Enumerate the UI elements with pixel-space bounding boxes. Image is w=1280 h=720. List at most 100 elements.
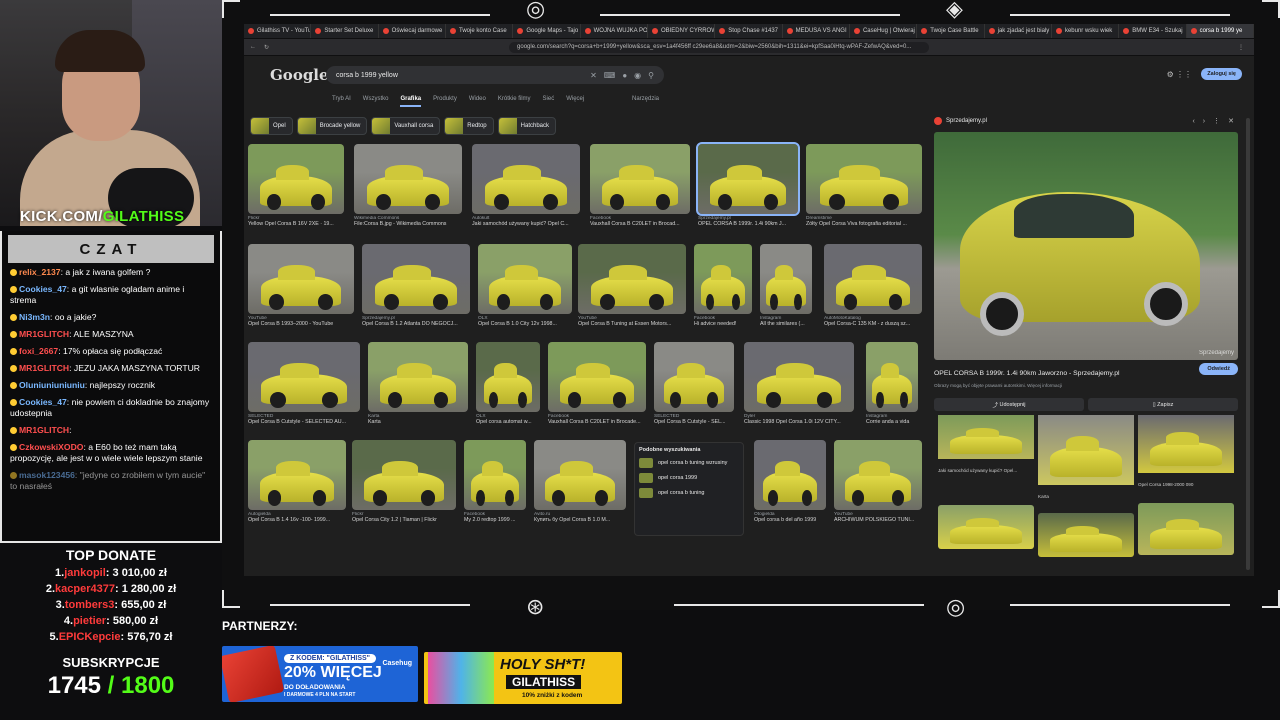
- reload-icon[interactable]: ↻: [264, 44, 269, 51]
- holy-banner[interactable]: HOLY SH*T! GILATHISS 10% zniżki z kodem: [424, 652, 622, 704]
- related-image[interactable]: [1138, 503, 1234, 555]
- back-icon[interactable]: ←: [250, 44, 256, 50]
- image-result[interactable]: YouTube Opel Corsa B Tuning at Essen Moto…: [578, 244, 686, 336]
- similar-item[interactable]: opel corsa b tuning wzrusiny: [639, 458, 739, 468]
- url-field[interactable]: google.com/search?q=corsa+b+1999+yellow&…: [509, 41, 930, 53]
- image-result[interactable]: Instagram All the similares (...: [760, 244, 812, 336]
- image-result[interactable]: Autokult Jaki samochód używany kupić? Ope…: [472, 144, 580, 236]
- preview-image[interactable]: Sprzedajemy: [934, 132, 1238, 360]
- browser-tab[interactable]: BMW E34 - Szukaj: [1119, 24, 1187, 38]
- result-thumbnail[interactable]: [534, 440, 626, 510]
- image-result[interactable]: Facebook My 2.0 redtop 1999 ...: [464, 440, 526, 532]
- lens-icon[interactable]: ◉: [634, 71, 641, 80]
- search-tab[interactable]: Tryb AI: [332, 96, 351, 107]
- image-result[interactable]: OLX Opel Corsa B 1.0 City 12v 1998...: [478, 244, 572, 336]
- image-result[interactable]: Sprzedajemy.pl Opel Corsa B 1.2 Atlanta D…: [362, 244, 470, 336]
- result-thumbnail[interactable]: [248, 144, 344, 214]
- image-result[interactable]: Sprzedajemy.pl OPEL CORSA B 1999r. 1.4i 9…: [696, 142, 800, 236]
- similar-item[interactable]: opel corsa b tuning: [639, 488, 739, 498]
- result-thumbnail[interactable]: [744, 342, 854, 412]
- result-thumbnail[interactable]: [834, 440, 922, 510]
- image-result[interactable]: Facebook Vauxhall Corsa B C20LET in Broca…: [548, 342, 646, 434]
- image-result[interactable]: Autogielda Opel Corsa B 1.4 16v -100- 199…: [248, 440, 346, 532]
- scrollbar[interactable]: [1246, 118, 1250, 570]
- image-result[interactable]: YouTube ARCHIWUM POLSKIEGO TUNI...: [834, 440, 922, 532]
- search-tab[interactable]: Wszystko: [363, 96, 389, 107]
- browser-tab[interactable]: WOJNA WUJKA PO: [581, 24, 648, 38]
- result-thumbnail[interactable]: [806, 144, 922, 214]
- related-image[interactable]: Karta: [1038, 415, 1134, 499]
- filter-chip[interactable]: Redtop: [444, 117, 494, 135]
- search-tab[interactable]: Sieć: [543, 96, 555, 107]
- browser-tab[interactable]: CaseHug | Otwieraj: [850, 24, 918, 38]
- image-result[interactable]: Flickr Opel Corsa City 1.2 | Tiaman | Fli…: [352, 440, 456, 532]
- browser-tab[interactable]: corsa b 1999 ye: [1186, 24, 1254, 38]
- search-tab[interactable]: Więcej: [566, 96, 584, 107]
- browser-tab[interactable]: Starter Set Deluxe: [311, 24, 379, 38]
- result-thumbnail[interactable]: [248, 342, 360, 412]
- image-result[interactable]: SELECTED Opel Corsa B Cutstyle - SEL...: [654, 342, 734, 434]
- image-result[interactable]: Avito.ru Купить бу Opel Corsa B 1.0 M...: [534, 440, 626, 532]
- result-thumbnail[interactable]: [368, 342, 468, 412]
- image-result[interactable]: Karta Karta: [368, 342, 468, 434]
- settings-icon[interactable]: ⚙: [1167, 70, 1174, 79]
- browser-tab[interactable]: Google Maps - Tajo: [513, 24, 581, 38]
- browser-tab[interactable]: Oświecaj darmowe: [379, 24, 446, 38]
- browser-tab[interactable]: kebunr wsku wiek: [1052, 24, 1120, 38]
- clear-icon[interactable]: ✕: [590, 71, 597, 80]
- image-result[interactable]: Dreamstime Żółty Opel Corsa Viva fotograf…: [806, 144, 922, 236]
- search-tab[interactable]: Produkty: [433, 96, 457, 107]
- similar-item[interactable]: opel corsa 1999: [639, 473, 739, 483]
- image-result[interactable]: Dyler Classic 1998 Opel Corsa 1.0i 12V CI…: [744, 342, 854, 434]
- filter-chip[interactable]: Brocade yellow: [296, 117, 368, 135]
- filter-chip[interactable]: Hatchback: [497, 117, 557, 135]
- filter-chip[interactable]: Opel: [250, 117, 293, 135]
- filter-chip[interactable]: Vauxhall corsa: [371, 117, 441, 135]
- result-thumbnail[interactable]: [472, 144, 580, 214]
- result-thumbnail[interactable]: [654, 342, 734, 412]
- result-thumbnail[interactable]: [464, 440, 526, 510]
- save-button[interactable]: ▯ Zapisz: [1088, 398, 1238, 411]
- result-thumbnail[interactable]: [354, 144, 462, 214]
- related-image[interactable]: [1038, 513, 1134, 557]
- search-tab[interactable]: Wideo: [469, 96, 486, 107]
- share-button[interactable]: ⤴ Udostępnij: [934, 398, 1084, 411]
- search-query[interactable]: corsa b 1999 yellow: [336, 72, 583, 79]
- browser-tab[interactable]: Twoje Case Battle: [917, 24, 985, 38]
- image-result[interactable]: SELECTED Opel Corsa B Cutstyle - SELECTED…: [248, 342, 360, 434]
- search-box[interactable]: corsa b 1999 yellow ✕ ⌨ ● ◉ ⚲: [326, 66, 664, 84]
- result-thumbnail[interactable]: [248, 244, 354, 314]
- search-icon[interactable]: ⚲: [648, 71, 654, 80]
- result-thumbnail[interactable]: [760, 244, 812, 314]
- browser-tab[interactable]: jak zjadać jest bialy: [985, 24, 1052, 38]
- sign-in-button[interactable]: Zaloguj się: [1201, 68, 1242, 80]
- image-result[interactable]: Facebook Vauxhall Corsa B C20LET in Broca…: [590, 144, 690, 236]
- related-image[interactable]: Opel Corsa 1998-2000 090: [1138, 415, 1234, 487]
- search-tab[interactable]: Krótkie filmy: [498, 96, 531, 107]
- result-thumbnail[interactable]: [578, 244, 686, 314]
- image-result[interactable]: OLX Opel corsa automat w...: [476, 342, 540, 434]
- image-result[interactable]: Facebook Hi advice needed!: [694, 244, 752, 336]
- result-thumbnail[interactable]: [590, 144, 690, 214]
- browser-tab[interactable]: MEDUSA VS ANGI: [783, 24, 850, 38]
- result-thumbnail[interactable]: [362, 244, 470, 314]
- image-result[interactable]: Otogielda Opel corsa b del año 1999: [754, 440, 826, 532]
- related-image[interactable]: Jaki samochód używany kupić? Opel...: [938, 415, 1034, 473]
- image-result[interactable]: Instagram Corrie anda a vida: [866, 342, 918, 434]
- result-thumbnail[interactable]: [548, 342, 646, 412]
- panel-controls[interactable]: ‹›⋮✕: [1192, 117, 1242, 125]
- result-thumbnail[interactable]: [352, 440, 456, 510]
- browser-tab[interactable]: OBIEDNY CYRROW: [648, 24, 716, 38]
- browser-tab[interactable]: Twoje konto Case: [446, 24, 514, 38]
- search-tab[interactable]: Grafika: [400, 96, 422, 107]
- image-result[interactable]: YouTube Opel Corsa B 1993–2000 - YouTube: [248, 244, 354, 336]
- result-thumbnail[interactable]: [476, 342, 540, 412]
- keyboard-icon[interactable]: ⌨: [604, 71, 616, 80]
- browser-tab[interactable]: Gilathiss TV - YouTu: [244, 24, 312, 38]
- browser-tab[interactable]: Stop Chase #1437: [715, 24, 783, 38]
- preview-title[interactable]: OPEL CORSA B 1999r. 1.4i 90km Jaworzno -…: [934, 370, 1242, 377]
- result-thumbnail[interactable]: [694, 244, 752, 314]
- result-thumbnail[interactable]: [866, 342, 918, 412]
- result-thumbnail[interactable]: [478, 244, 572, 314]
- extensions-icon[interactable]: ⋮: [1238, 44, 1244, 51]
